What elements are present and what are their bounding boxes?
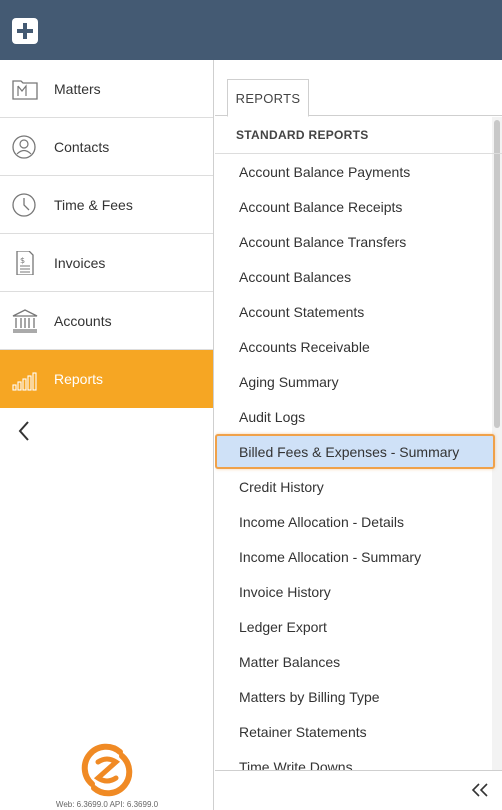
tab-reports[interactable]: REPORTS (227, 79, 309, 117)
chevron-left-icon[interactable] (14, 416, 34, 446)
report-item[interactable]: Account Balance Receipts (215, 189, 495, 224)
sidebar-item-reports[interactable]: Reports (0, 350, 213, 408)
report-list: Account Balance Payments Account Balance … (215, 154, 495, 770)
sidebar-item-matters[interactable]: Matters (0, 60, 213, 118)
report-item[interactable]: Invoice History (215, 574, 495, 609)
sidebar: Matters Contacts Time & Fees $ Invoices … (0, 60, 214, 810)
plus-icon[interactable] (12, 18, 38, 44)
report-item[interactable]: Account Balance Payments (215, 154, 495, 189)
sidebar-item-label: Contacts (54, 138, 110, 155)
bottom-bar (215, 770, 502, 810)
sidebar-item-contacts[interactable]: Contacts (0, 118, 213, 176)
sidebar-item-label: Matters (54, 80, 101, 97)
sidebar-item-label: Time & Fees (54, 196, 133, 213)
sidebar-item-label: Invoices (54, 254, 106, 271)
person-icon (12, 135, 36, 159)
tab-bar: REPORTS (215, 60, 502, 117)
folder-icon (12, 80, 38, 100)
logo (81, 743, 133, 797)
invoice-icon: $ (16, 251, 34, 275)
double-chevron-left-icon[interactable] (470, 781, 490, 799)
report-item[interactable]: Account Balances (215, 259, 495, 294)
report-item[interactable]: Matters by Billing Type (215, 679, 495, 714)
section-header: STANDARD REPORTS (215, 117, 502, 154)
report-item[interactable]: Account Statements (215, 294, 495, 329)
report-item[interactable]: Account Balance Transfers (215, 224, 495, 259)
report-item[interactable]: Income Allocation - Summary (215, 539, 495, 574)
report-item[interactable]: Income Allocation - Details (215, 504, 495, 539)
sidebar-item-invoices[interactable]: $ Invoices (0, 234, 213, 292)
version-text: Web: 6.3699.0 API: 6.3699.0 (55, 800, 159, 809)
bar-chart-icon (12, 372, 37, 391)
report-item[interactable]: Matter Balances (215, 644, 495, 679)
report-item[interactable]: Billed Fees & Expenses - Summary (215, 434, 495, 469)
sidebar-item-time-fees[interactable]: Time & Fees (0, 176, 213, 234)
report-item[interactable]: Aging Summary (215, 364, 495, 399)
report-item[interactable]: Audit Logs (215, 399, 495, 434)
report-item[interactable]: Retainer Statements (215, 714, 495, 749)
sidebar-item-accounts[interactable]: Accounts (0, 292, 213, 350)
clock-icon (12, 193, 36, 217)
top-bar (0, 0, 502, 60)
sidebar-item-label: Reports (54, 370, 104, 387)
bank-icon (12, 309, 38, 333)
report-list-container: STANDARD REPORTS Account Balance Payment… (215, 117, 502, 770)
reports-panel: REPORTS STANDARD REPORTS Account Balance… (215, 60, 502, 810)
report-item[interactable]: Credit History (215, 469, 495, 504)
report-item[interactable]: Accounts Receivable (215, 329, 495, 364)
report-item[interactable]: Ledger Export (215, 609, 495, 644)
report-item[interactable]: Time Write Downs (215, 749, 495, 771)
svg-text:$: $ (20, 256, 25, 265)
sidebar-item-label: Accounts (54, 312, 112, 329)
